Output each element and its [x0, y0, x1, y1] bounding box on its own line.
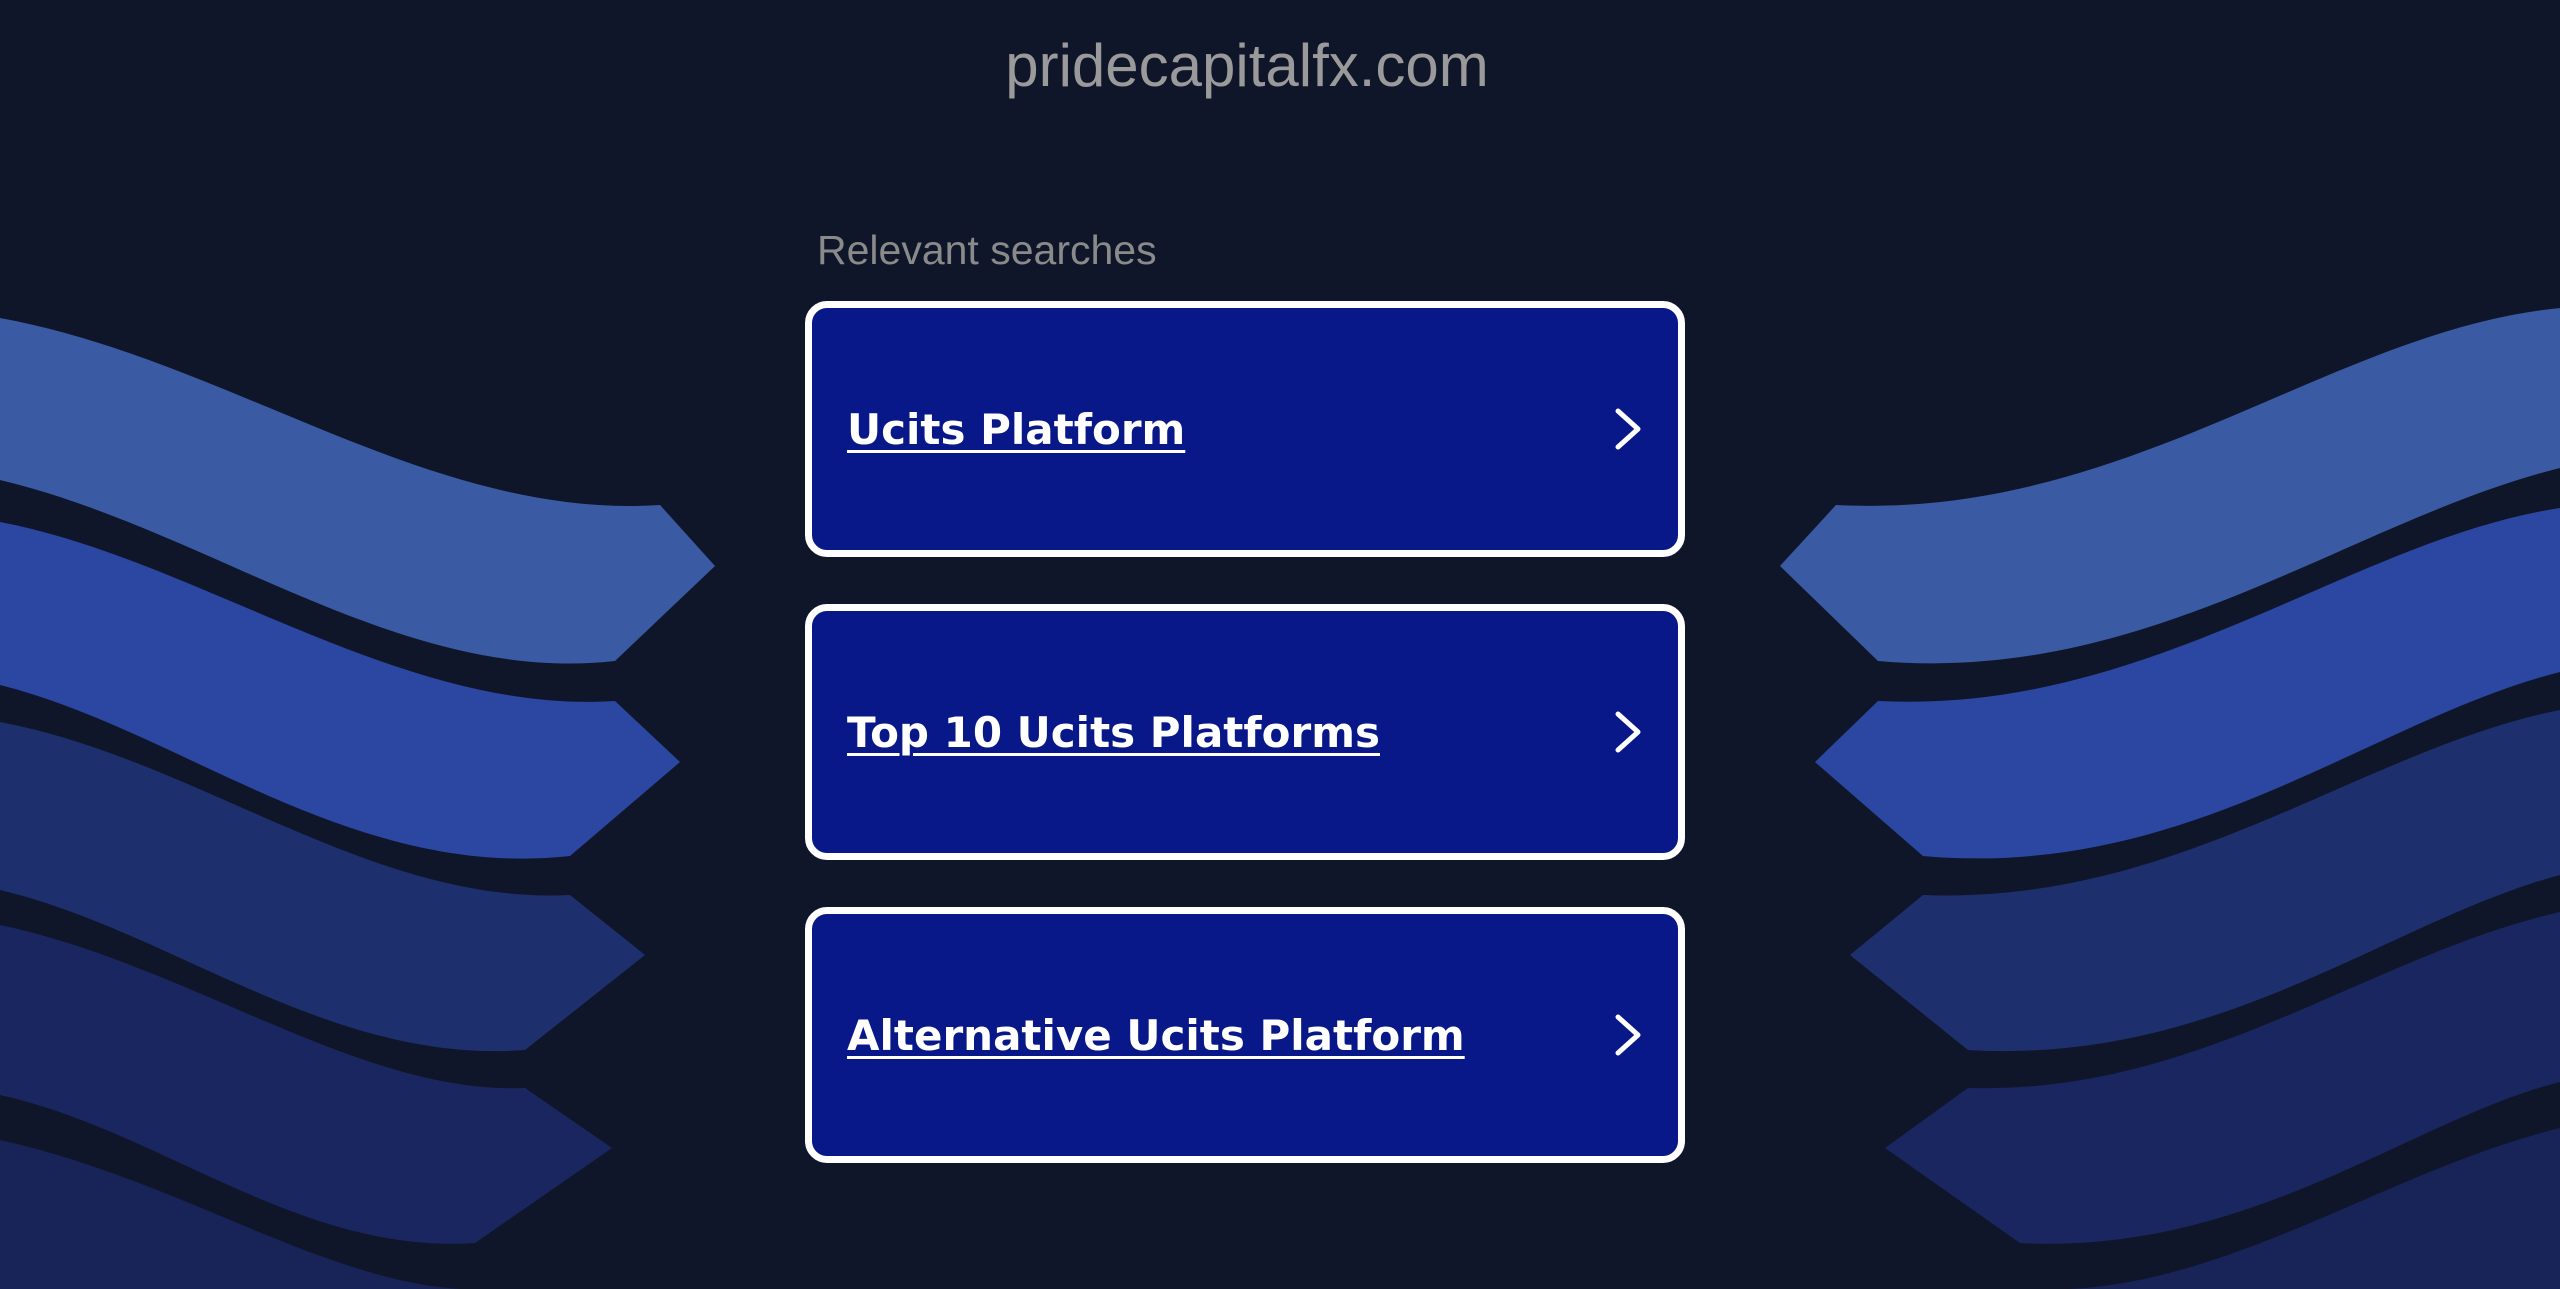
domain-title: pridecapitalfx.com	[1005, 32, 1489, 99]
left-waves	[0, 318, 715, 1289]
chevron-right-icon	[1608, 708, 1648, 756]
page: pridecapitalfx.com Relevant searches Uci…	[0, 0, 2560, 1289]
search-result-link[interactable]: Ucits Platform	[805, 301, 1685, 557]
search-result-label[interactable]: Ucits Platform	[847, 405, 1185, 454]
right-waves	[1780, 308, 2560, 1289]
search-result-label[interactable]: Top 10 Ucits Platforms	[847, 708, 1380, 757]
search-result-label[interactable]: Alternative Ucits Platform	[847, 1011, 1465, 1060]
search-result-link[interactable]: Alternative Ucits Platform	[805, 907, 1685, 1163]
search-result-link[interactable]: Top 10 Ucits Platforms	[805, 604, 1685, 860]
relevant-searches-heading: Relevant searches	[817, 227, 1157, 273]
chevron-right-icon	[1608, 1011, 1648, 1059]
chevron-right-icon	[1608, 405, 1648, 453]
